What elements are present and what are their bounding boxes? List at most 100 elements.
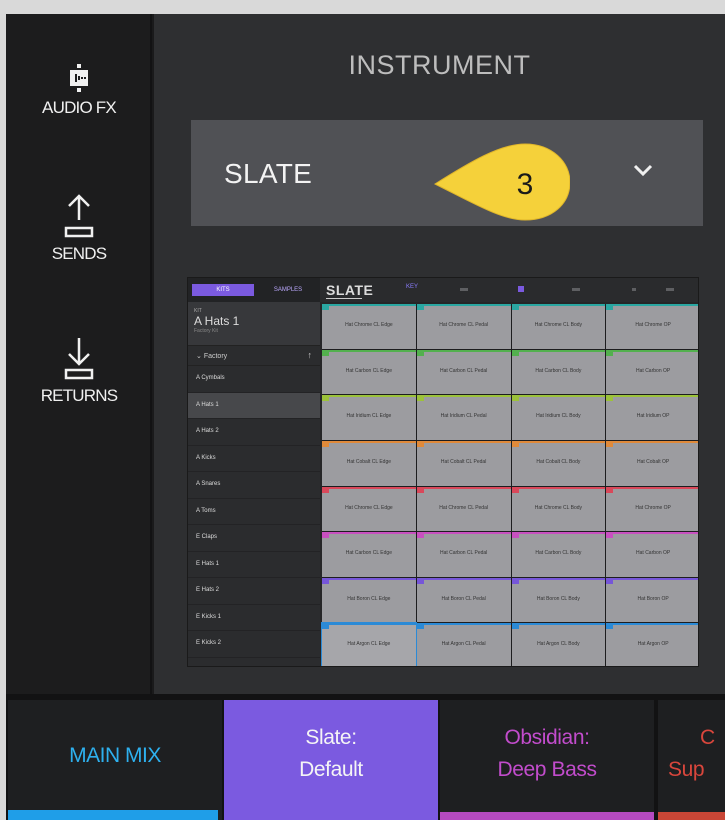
- preview-pad: Hat Chrome CL Pedal: [416, 304, 511, 349]
- next-track-tab[interactable]: C Sup: [658, 700, 725, 820]
- preview-pad-color-bar: [606, 623, 698, 626]
- preview-pad-color-bar: [606, 440, 698, 443]
- preview-kit-list-item: A Cymbals: [188, 366, 320, 393]
- preview-pad: Hat Carbon CL Body: [511, 349, 606, 395]
- preview-pad-number: [606, 623, 614, 630]
- preview-folder-chevron-icon: ⌄: [196, 353, 204, 360]
- preview-pad-number: [606, 486, 614, 493]
- callout-bubble-icon: 3: [433, 143, 571, 221]
- main-mix-tab[interactable]: MAIN MIX: [8, 700, 222, 820]
- preview-pad: Hat Carbon CL Pedal: [416, 532, 511, 577]
- slate-track-tab[interactable]: Slate: Default: [224, 700, 438, 820]
- preview-pad-color-bar: [416, 349, 511, 352]
- preview-pad: Hat Boron CL Pedal: [416, 577, 511, 623]
- preview-pad: Hat Boron OP: [606, 577, 698, 623]
- next-track-color-bar: [658, 812, 725, 820]
- preview-pad-color-bar: [606, 395, 698, 398]
- preview-pad-color-bar: [606, 349, 698, 352]
- preview-pad-color-bar: [416, 623, 511, 626]
- preview-kit-list-item: A Snares: [188, 472, 320, 499]
- preview-key-label: KEY: [406, 284, 419, 290]
- preview-kit-list-item: E Kicks 2: [188, 631, 320, 658]
- slate-track-label: Slate: Default: [224, 722, 438, 786]
- preview-pad: Hat Carbon OP: [606, 349, 698, 395]
- preview-pad-color-bar: [511, 440, 606, 443]
- preview-pad-name: Hat Argon CL Pedal: [441, 641, 486, 648]
- preview-pad-number: [416, 577, 424, 584]
- preview-pad-name: Hat Carbon CL Body: [535, 550, 582, 557]
- preview-pad: Hat Iridium CL Edge: [322, 395, 416, 440]
- preview-pad-color-bar: [511, 486, 606, 489]
- preview-pad: Hat Iridium OP: [606, 395, 698, 440]
- preview-pad-number: [322, 304, 329, 310]
- preview-pad-number: [511, 623, 519, 630]
- preview-pad-name: Hat Carbon CL Edge: [345, 367, 392, 374]
- preview-folder: ⌄ Factory ↑: [188, 346, 320, 366]
- main-mix-label: MAIN MIX: [69, 744, 161, 767]
- preview-pad-number: [416, 304, 424, 310]
- preview-folder-label: Factory: [203, 353, 228, 360]
- preview-pad: Hat Argon OP: [606, 623, 698, 666]
- preview-pad-color-bar: [322, 577, 416, 580]
- next-track-preset: Sup: [668, 758, 705, 781]
- preview-pad-number: [322, 395, 329, 402]
- preview-logo: SLATE: [326, 282, 374, 298]
- preview-kit-name: A Hats 1: [194, 314, 240, 328]
- preview-pad-name: Hat Chrome OP: [635, 322, 671, 328]
- preview-pad-number: [606, 349, 614, 356]
- preview-pad-number: [511, 486, 519, 493]
- audio-fx-icon: [70, 64, 88, 92]
- preview-pad-color-bar: [416, 577, 511, 580]
- preview-pad-number: [606, 532, 614, 539]
- preview-pad-color-bar: [416, 304, 511, 306]
- next-track-label: C Sup: [668, 722, 715, 786]
- preview-pad-color-bar: [322, 304, 416, 306]
- preview-pad-name: Hat Boron OP: [637, 595, 669, 602]
- preview-pad-number: [416, 623, 424, 630]
- preview-pad: Hat Iridium CL Body: [511, 395, 606, 440]
- preview-pad-name: Hat Cobalt CL Edge: [346, 458, 392, 465]
- preview-pad-color-bar: [416, 395, 511, 398]
- returns-button[interactable]: RETURNS: [6, 336, 152, 406]
- preview-pad-number: [416, 440, 424, 447]
- sends-button[interactable]: SENDS: [6, 194, 152, 264]
- preview-pad-number: [511, 440, 519, 447]
- preview-kit-sub: Factory Kit: [194, 328, 218, 334]
- preview-kit-list-item: A Toms: [188, 499, 320, 525]
- preview-pad: Hat Argon CL Body: [511, 623, 606, 666]
- preview-pad-color-bar: [511, 577, 606, 580]
- preview-pad: Hat Boron CL Body: [511, 577, 606, 623]
- preview-pad: Hat Argon CL Pedal: [416, 623, 511, 666]
- preview-pad: Hat Chrome OP: [606, 304, 698, 349]
- preview-pad-number: [416, 395, 424, 402]
- preview-pad-color-bar: [322, 440, 416, 443]
- preview-pad-name: Hat Argon CL Body: [537, 641, 580, 648]
- preview-pad-name: Hat Argon OP: [637, 641, 669, 648]
- preview-pad-color-bar: [511, 395, 606, 398]
- preview-pad: Hat Boron CL Edge: [322, 577, 416, 623]
- obsidian-track-tab[interactable]: Obsidian: Deep Bass: [440, 700, 654, 820]
- audio-fx-button[interactable]: AUDIO FX: [6, 64, 152, 118]
- callout-number: 3: [517, 168, 534, 201]
- preview-pad-color-bar: [322, 623, 416, 626]
- preview-pad-name: Hat Boron CL Pedal: [441, 595, 486, 602]
- preview-pad-name: Hat Carbon OP: [636, 367, 671, 374]
- preview-pad: Hat Cobalt CL Edge: [322, 440, 416, 486]
- preview-pad: Hat Argon CL Edge: [321, 622, 417, 666]
- preview-pad-color-bar: [322, 395, 416, 398]
- preview-pad-name: Hat Chrome CL Body: [534, 504, 583, 511]
- preview-pad: Hat Chrome CL Edge: [322, 486, 416, 532]
- preview-pad-number: [416, 486, 424, 493]
- obsidian-track-label: Obsidian: Deep Bass: [440, 722, 654, 786]
- preview-pad-color-bar: [606, 532, 698, 535]
- preview-pad-number: [606, 395, 614, 402]
- preview-pad: Hat Cobalt CL Body: [511, 440, 606, 486]
- obsidian-track-preset: Deep Bass: [497, 758, 597, 781]
- preview-pad-name: Hat Chrome CL Pedal: [439, 504, 488, 511]
- preview-pad-number: [606, 304, 614, 310]
- preview-pad-number: [322, 623, 329, 630]
- preview-pad-number: [416, 532, 424, 539]
- preview-pad-name: Hat Boron CL Body: [536, 595, 580, 602]
- preview-kit-list-item: E Kicks 1: [188, 605, 320, 631]
- preview-pad-number: [511, 349, 519, 356]
